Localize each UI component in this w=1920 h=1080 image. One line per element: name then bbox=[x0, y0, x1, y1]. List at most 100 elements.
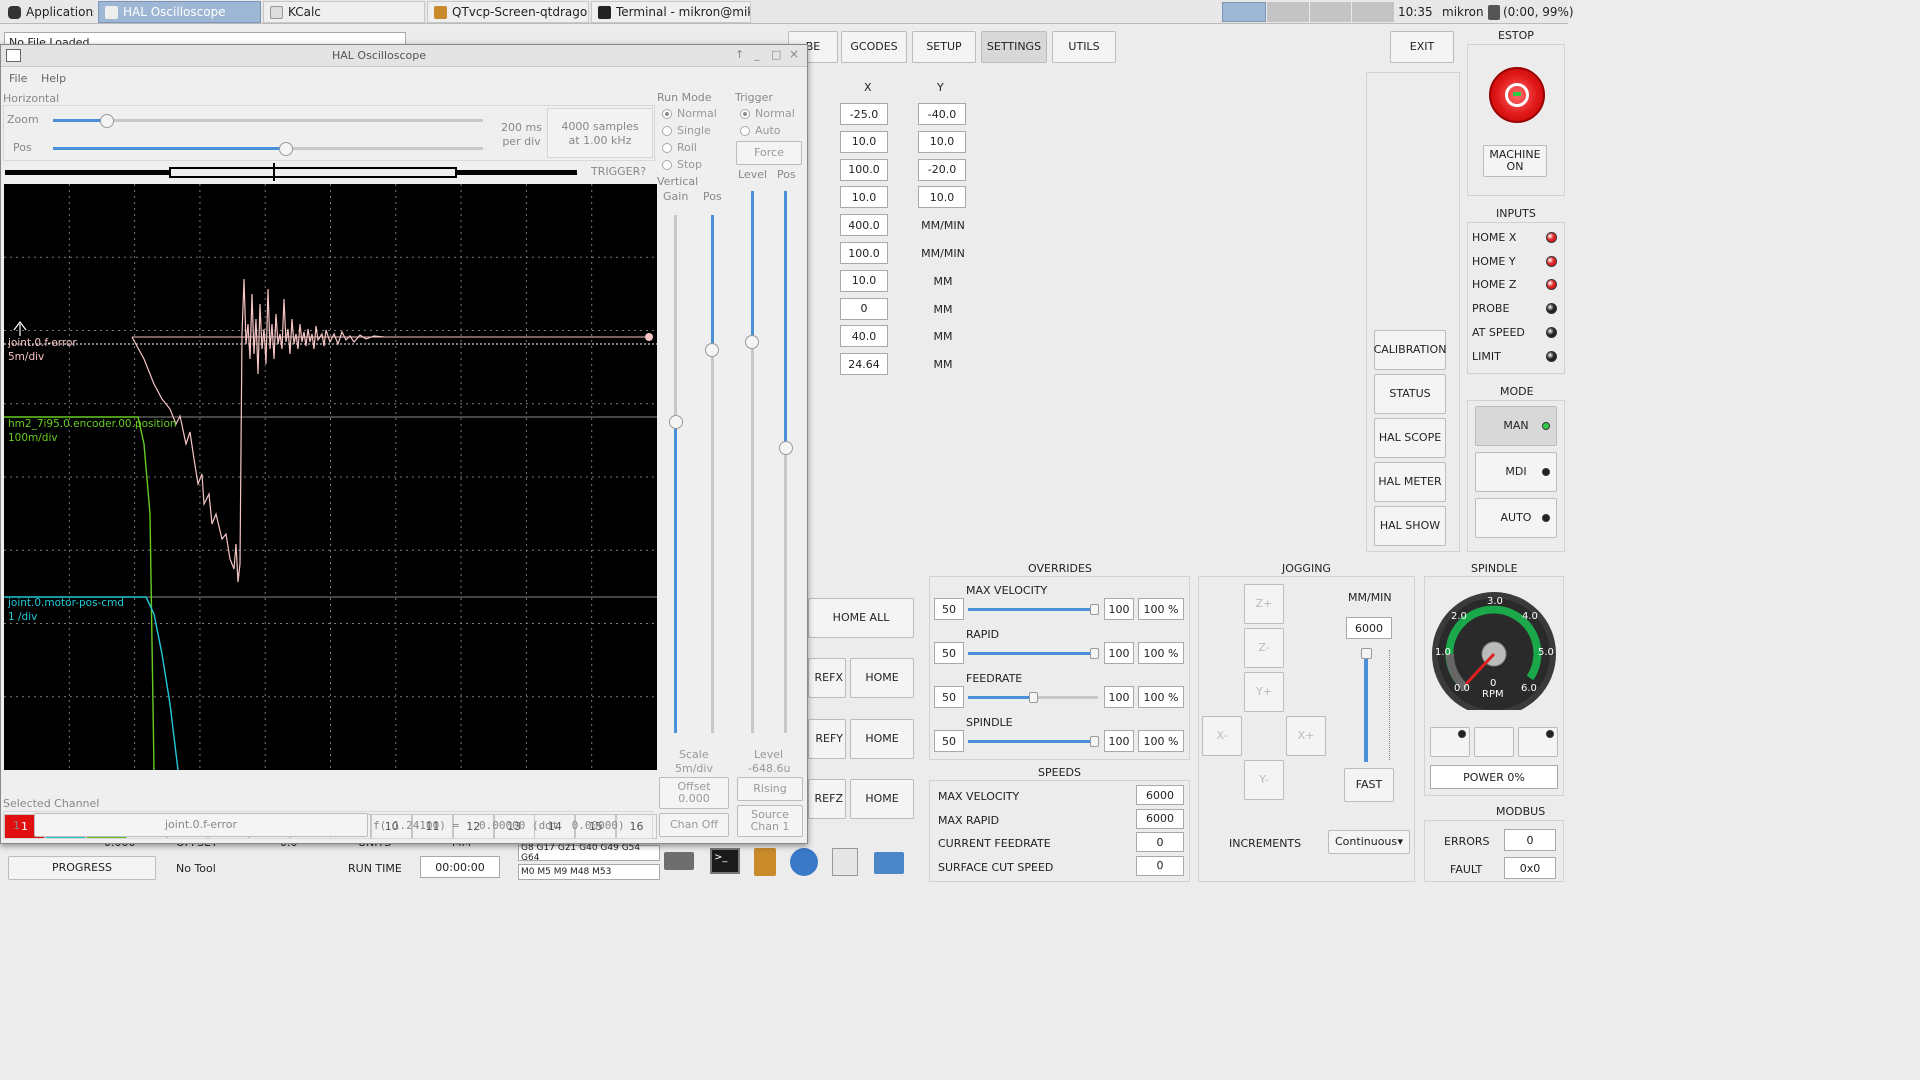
override-slider-handle[interactable] bbox=[1090, 604, 1099, 615]
setting-x-field[interactable]: 100.0 bbox=[840, 242, 888, 264]
taskbar-tab-hal-oscilloscope[interactable]: HAL Oscilloscope bbox=[98, 1, 261, 23]
exit-button[interactable]: EXIT bbox=[1390, 31, 1454, 63]
workspace-switcher[interactable] bbox=[1222, 2, 1394, 22]
estop-button-icon[interactable] bbox=[1489, 67, 1545, 123]
home-z-button[interactable]: HOME bbox=[850, 779, 914, 819]
run-single-radio[interactable] bbox=[662, 126, 672, 136]
rising-button[interactable]: Rising bbox=[737, 777, 803, 801]
window-pin-icon[interactable]: ↑ bbox=[735, 48, 744, 61]
side-button-hal-show[interactable]: HAL SHOW bbox=[1374, 506, 1446, 546]
spindle-forward-button[interactable] bbox=[1518, 727, 1558, 757]
workspace-4[interactable] bbox=[1352, 2, 1394, 22]
jog-rate-slider[interactable] bbox=[1364, 650, 1368, 762]
taskbar-tab-qtvcp[interactable]: QTvcp-Screen-qtdragon... bbox=[427, 1, 589, 23]
samples-button[interactable]: 4000 samples at 1.00 kHz bbox=[547, 108, 653, 158]
browser-globe-icon[interactable] bbox=[790, 848, 818, 876]
side-button-hal-meter[interactable]: HAL METER bbox=[1374, 462, 1446, 502]
menu-file[interactable]: File bbox=[9, 72, 27, 85]
gain-slider-track[interactable] bbox=[674, 215, 677, 421]
spindle-reverse-button[interactable] bbox=[1430, 727, 1470, 757]
run-normal-radio[interactable] bbox=[662, 109, 672, 119]
setting-x-field[interactable]: 24.64 bbox=[840, 353, 888, 376]
document-search-icon[interactable] bbox=[832, 848, 858, 876]
pos-slider-handle[interactable] bbox=[279, 142, 293, 156]
setting-x-field[interactable]: 400.0 bbox=[840, 214, 888, 237]
setting-x-field[interactable]: 10.0 bbox=[840, 186, 888, 209]
close-icon[interactable]: × bbox=[789, 47, 799, 61]
jog-x-minus-button[interactable]: X- bbox=[1202, 716, 1242, 756]
setting-x-field[interactable]: 10.0 bbox=[840, 269, 888, 292]
menu-help[interactable]: Help bbox=[41, 72, 66, 85]
ref-refx-button[interactable]: REFX bbox=[808, 658, 846, 698]
taskbar-tab-kcalc[interactable]: KCalc bbox=[263, 1, 425, 23]
home-x-button[interactable]: HOME bbox=[850, 658, 914, 698]
gain-slider-handle[interactable] bbox=[669, 415, 683, 429]
tab-setup[interactable]: SETUP bbox=[912, 31, 976, 63]
vpos-slider-track[interactable] bbox=[711, 349, 714, 733]
level-slider-handle[interactable] bbox=[745, 335, 759, 349]
setting-x-field[interactable]: 40.0 bbox=[840, 325, 888, 348]
setting-x-field[interactable]: 0 bbox=[840, 297, 888, 320]
folder-icon[interactable] bbox=[874, 852, 904, 874]
vpos-slider-handle[interactable] bbox=[705, 343, 719, 357]
source-button[interactable]: Source Chan 1 bbox=[737, 805, 803, 837]
applications-menu[interactable]: Applications bbox=[2, 1, 94, 23]
trigger-auto-radio[interactable] bbox=[740, 126, 750, 136]
override-slider-handle[interactable] bbox=[1090, 736, 1099, 747]
tpos-slider-handle[interactable] bbox=[779, 441, 793, 455]
machine-on-button[interactable]: MACHINE ON bbox=[1483, 145, 1547, 177]
run-stop-radio[interactable] bbox=[662, 160, 672, 170]
jog-rate-field[interactable]: 6000 bbox=[1346, 617, 1392, 639]
side-button-status[interactable]: STATUS bbox=[1374, 374, 1446, 414]
jog-rate-slider-handle[interactable] bbox=[1361, 648, 1372, 659]
ref-refy-button[interactable]: REFY bbox=[808, 718, 846, 759]
archive-icon[interactable] bbox=[754, 848, 776, 876]
setting-y-field[interactable]: -20.0 bbox=[918, 158, 966, 181]
zoom-slider-track[interactable] bbox=[107, 119, 483, 122]
tab-utils[interactable]: UTILS bbox=[1052, 31, 1116, 63]
machine-icon[interactable] bbox=[664, 852, 694, 870]
tab-settings[interactable]: SETTINGS bbox=[981, 31, 1047, 63]
ref-refz-button[interactable]: REFZ bbox=[808, 779, 846, 819]
override-slider-track[interactable] bbox=[1033, 696, 1098, 699]
setting-x-field[interactable]: 100.0 bbox=[840, 158, 888, 181]
fast-button[interactable]: FAST bbox=[1344, 768, 1394, 802]
maximize-icon[interactable]: □ bbox=[771, 48, 781, 61]
spindle-stop-button[interactable] bbox=[1474, 727, 1514, 757]
setting-x-field[interactable]: -25.0 bbox=[840, 103, 888, 125]
run-roll-radio[interactable] bbox=[662, 143, 672, 153]
zoom-slider-handle[interactable] bbox=[100, 114, 114, 128]
tpos-slider-track[interactable] bbox=[784, 447, 787, 733]
jog-y-plus-button[interactable]: Y+ bbox=[1244, 672, 1284, 712]
setting-y-field[interactable]: 10.0 bbox=[918, 130, 966, 153]
workspace-2[interactable] bbox=[1266, 2, 1309, 22]
jog-y-minus-button[interactable]: Y- bbox=[1244, 760, 1284, 800]
home-y-button[interactable]: HOME bbox=[850, 718, 914, 759]
side-button-hal-scope[interactable]: HAL SCOPE bbox=[1374, 418, 1446, 458]
setting-y-field[interactable]: -40.0 bbox=[918, 103, 966, 125]
chan-off-button[interactable]: Chan Off bbox=[659, 813, 729, 837]
home-all-button[interactable]: HOME ALL bbox=[808, 598, 914, 638]
pos-slider-track[interactable] bbox=[285, 147, 483, 150]
minimize-icon[interactable]: _ bbox=[754, 48, 760, 61]
tab-gcodes[interactable]: GCODES bbox=[841, 31, 907, 63]
scope-titlebar[interactable]: HAL Oscilloscope ↑ _ □ × bbox=[1, 45, 807, 67]
workspace-3[interactable] bbox=[1309, 2, 1352, 22]
override-slider-handle[interactable] bbox=[1090, 648, 1099, 659]
jog-z-plus-button[interactable]: Z+ bbox=[1244, 584, 1284, 624]
setting-y-field[interactable]: 10.0 bbox=[918, 186, 966, 209]
scope-display[interactable]: joint.0.f-error 5m/div hm2_7i95.0.encode… bbox=[4, 184, 657, 770]
offset-button[interactable]: Offset 0.000 bbox=[659, 777, 729, 809]
trigger-normal-radio[interactable] bbox=[740, 109, 750, 119]
jog-x-plus-button[interactable]: X+ bbox=[1286, 716, 1326, 756]
increments-select[interactable]: Continuous ▾ bbox=[1328, 830, 1410, 854]
override-slider-handle[interactable] bbox=[1029, 692, 1038, 703]
level-slider-track[interactable] bbox=[751, 341, 754, 733]
terminal-launcher-icon[interactable]: >_ bbox=[710, 848, 740, 874]
setting-x-field[interactable]: 10.0 bbox=[840, 130, 888, 153]
workspace-1[interactable] bbox=[1222, 2, 1266, 22]
jog-z-minus-button[interactable]: Z- bbox=[1244, 628, 1284, 668]
force-button[interactable]: Force bbox=[736, 141, 802, 165]
selected-channel-button[interactable]: joint.0.f-error bbox=[34, 813, 368, 837]
side-button-calibration[interactable]: CALIBRATION bbox=[1374, 330, 1446, 370]
